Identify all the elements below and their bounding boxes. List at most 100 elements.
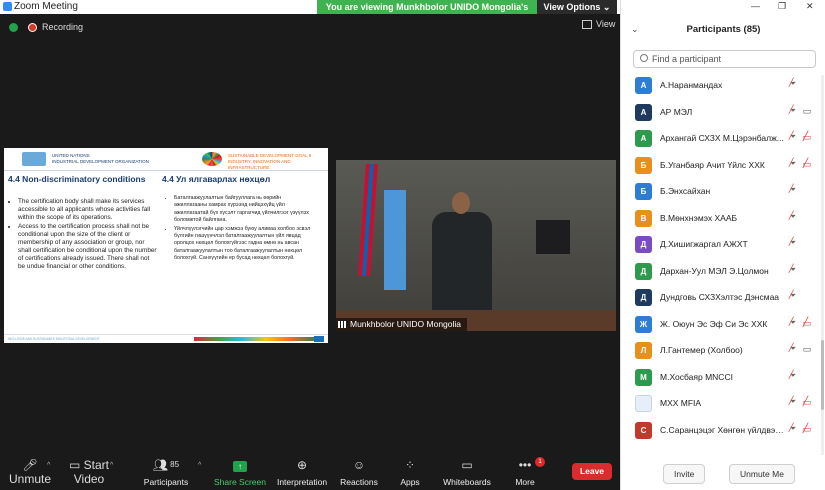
participant-name: В.Мөнхнэмэх ХААБ xyxy=(660,212,738,223)
audio-options-caret-icon[interactable]: ^ xyxy=(47,462,50,469)
signal-bars-icon xyxy=(338,321,347,329)
more-button[interactable]: ••• More xyxy=(495,458,555,487)
scroll-thumb[interactable] xyxy=(821,340,824,410)
mic-muted-icon: ⏷ ╱ xyxy=(788,131,797,141)
participants-icon: 👥︎ 85 xyxy=(152,458,180,472)
mic-muted-icon: ⏷ ╱ xyxy=(788,343,797,353)
participant-row[interactable]: М М.Хосбаяр MNCCI ⏷ ╱ xyxy=(633,367,815,387)
mic-muted-icon: ⏷ ╱ xyxy=(788,369,797,380)
participant-row[interactable]: С С.Саранцэцэг Хөнгөн үйлдвэрий... ⏷ ╱ ▭ ╱ xyxy=(633,420,815,440)
sdg-title-line2: INDUSTRY, INNOVATION AND INFRASTRUCTURE xyxy=(228,159,291,170)
leave-button[interactable]: Leave xyxy=(572,463,612,480)
invite-button[interactable]: Invite xyxy=(663,464,706,484)
whiteboards-button[interactable]: ▭ Whiteboards xyxy=(437,458,497,487)
viewing-banner: You are viewing Munkhbolor UNIDO Mongoli… xyxy=(317,0,537,26)
participant-row[interactable]: А Архангай СХЗХ М.Цэрэнбалж... ⏷ ╱ ▭ ╱ xyxy=(633,128,815,148)
search-icon xyxy=(640,54,648,62)
participant-row[interactable]: Д Дундговь СХЗХэлтэс Дэнсмаа ⏷ ╱ xyxy=(633,287,815,307)
mic-muted-icon: ⏷ ╱ xyxy=(788,290,797,300)
grid-icon xyxy=(582,20,592,30)
video-off-icon: ▭ ╱ xyxy=(802,422,812,434)
close-icon[interactable]: ✕ xyxy=(806,1,814,12)
participant-name: МХХ MFIA xyxy=(660,398,702,408)
video-on-icon: ▭ xyxy=(802,105,812,116)
interpretation-label: Interpretation xyxy=(276,477,328,487)
participant-avatar: Л xyxy=(635,342,652,359)
slide-page-marker xyxy=(314,336,324,342)
participant-search-input[interactable] xyxy=(652,51,812,67)
apps-button[interactable]: ⁘ Apps xyxy=(380,458,440,487)
view-button[interactable]: View xyxy=(582,19,615,33)
slide-right-bullet: Үйлчлүүлэгчийн цар хэмжээ буюу аливаа хо… xyxy=(174,226,314,263)
title-bar: Zoom Meeting You are viewing Munkhbolor … xyxy=(0,0,620,26)
participants-caret-icon[interactable]: ^ xyxy=(198,462,201,469)
participant-name: С.Саранцэцэг Хөнгөн үйлдвэрий... xyxy=(660,424,788,435)
slide-footer-text: INCLUSIVE AND SUSTAINABLE INDUSTRIAL DEV… xyxy=(8,337,100,341)
participant-row[interactable]: Б Б.Энхсайхан ⏷ ╱ xyxy=(633,181,815,201)
participant-name: Дундговь СХЗХэлтэс Дэнсмаа xyxy=(660,292,780,302)
recording-label: Recording xyxy=(42,22,84,32)
meeting-toolbar: 🎤︎ Unmute ^ ▭ Start Video ^ 👥︎ 85 Partici… xyxy=(0,454,620,490)
presenter-video[interactable]: Munkhbolor UNIDO Mongolia xyxy=(336,160,616,331)
room-screen xyxy=(536,220,570,254)
restore-icon[interactable]: ❐ xyxy=(778,1,786,12)
unmute-button[interactable]: 🎤︎ Unmute xyxy=(0,458,60,486)
participant-row[interactable]: Л Л.Гантемер (Холбоо) ⏷ ╱ ▭ xyxy=(633,340,815,360)
participant-name: Архангай СХЗХ М.Цэрэнбалж... xyxy=(660,133,784,143)
recording-icon xyxy=(28,23,37,32)
shared-slide: UNITED NATIONS INDUSTRIAL DEVELOPMENT OR… xyxy=(4,148,328,343)
participant-avatar: А xyxy=(635,103,652,121)
slide-header: UNITED NATIONS INDUSTRIAL DEVELOPMENT OR… xyxy=(4,148,328,171)
unmute-me-button[interactable]: Unmute Me xyxy=(729,464,795,484)
participant-avatar: В xyxy=(635,209,652,227)
slide-left-heading: 4.4 Non-discriminatory conditions xyxy=(8,174,146,184)
mic-muted-icon: ⏷ ╱ xyxy=(788,184,797,194)
participant-row[interactable]: В В.Мөнхнэмэх ХААБ ⏷ ╱ xyxy=(633,208,815,228)
participant-row[interactable]: Б Б.Уганбаяр Ачит Үйлс ХХК ⏷ ╱ ▭ ╱ xyxy=(633,155,815,175)
sdg-wheel-icon xyxy=(202,152,222,166)
unmute-label: Unmute xyxy=(8,472,52,486)
participant-row[interactable]: Д Д.Хишигжаргал АЖХТ ⏷ ╱ xyxy=(633,234,815,254)
slide-right-heading: 4.4 Ул ялгаварлах нөхцөл xyxy=(162,174,271,184)
slide-footer: INCLUSIVE AND SUSTAINABLE INDUSTRIAL DEV… xyxy=(4,334,328,343)
interpretation-button[interactable]: ⊕ Interpretation xyxy=(272,458,332,487)
minimize-icon[interactable]: — xyxy=(751,1,760,11)
participant-avatar: Б xyxy=(635,183,652,200)
participants-button[interactable]: 👥︎ 85 Participants xyxy=(136,458,196,487)
participant-row[interactable]: Ж Ж. Оюун Эс Эф Си Эс ХХК ⏷ ╱ ▭ ╱ xyxy=(633,314,815,334)
video-options-caret-icon[interactable]: ^ xyxy=(110,462,113,469)
sdg-title: SUSTAINABLE DEVELOPMENT GOAL 9 INDUSTRY,… xyxy=(228,153,323,171)
share-screen-button[interactable]: ↑ Share Screen xyxy=(210,458,270,487)
participant-row[interactable]: А АР МЭЛ ⏷ ╱ ▭ xyxy=(633,102,815,122)
shield-icon[interactable] xyxy=(9,23,18,32)
start-video-label: Start Video xyxy=(73,458,110,486)
presenter-name-tag: Munkhbolor UNIDO Mongolia xyxy=(336,318,468,331)
slide-right-body: Баталгаажуулалтын байгууллага нь өөрийн … xyxy=(164,195,314,264)
share-screen-icon: ↑ xyxy=(210,458,270,472)
participant-avatar: Д xyxy=(635,289,652,306)
view-button-label: View xyxy=(596,19,616,29)
participant-avatar: Д xyxy=(635,236,652,253)
sdg-icons-strip xyxy=(194,337,314,341)
window-controls: — ❐ ✕ xyxy=(621,0,825,14)
whiteboard-icon: ▭ xyxy=(461,458,473,472)
participant-name: Л.Гантемер (Холбоо) xyxy=(660,345,743,355)
participant-name: Ж. Оюун Эс Эф Си Эс ХХК xyxy=(660,318,768,329)
participant-search[interactable] xyxy=(633,50,816,68)
participant-name: М.Хосбаяр MNCCI xyxy=(660,371,733,382)
video-off-icon: ▭ ╱ xyxy=(802,157,812,169)
participant-avatar: М xyxy=(635,368,652,386)
mic-muted-icon: ⏷ ╱ xyxy=(788,210,797,221)
unido-org-name: UNITED NATIONS INDUSTRIAL DEVELOPMENT OR… xyxy=(52,153,152,165)
slide-left-bullet: Access to the certification process shal… xyxy=(18,223,158,271)
participant-row[interactable]: Д Дархан-Уул МЭЛ Э.Цолмон ⏷ ╱ xyxy=(633,261,815,281)
view-options-button[interactable]: View Options ⌄ xyxy=(537,0,617,14)
more-label: More xyxy=(515,477,535,487)
mic-muted-icon: ⏷ ╱ xyxy=(788,422,797,433)
slide-right-bullet: Баталгаажуулалтын байгууллага нь өөрийн … xyxy=(174,195,314,225)
mic-muted-icon: ⏷ ╱ xyxy=(788,396,797,406)
participant-row[interactable]: А А.Наранмандах ⏷ ╱ xyxy=(633,75,815,95)
participant-row[interactable]: МХХ MFIA ⏷ ╱ ▭ ╱ xyxy=(633,393,815,413)
video-on-icon: ▭ xyxy=(802,344,812,354)
mic-muted-icon: ⏷ ╱ xyxy=(788,316,797,327)
